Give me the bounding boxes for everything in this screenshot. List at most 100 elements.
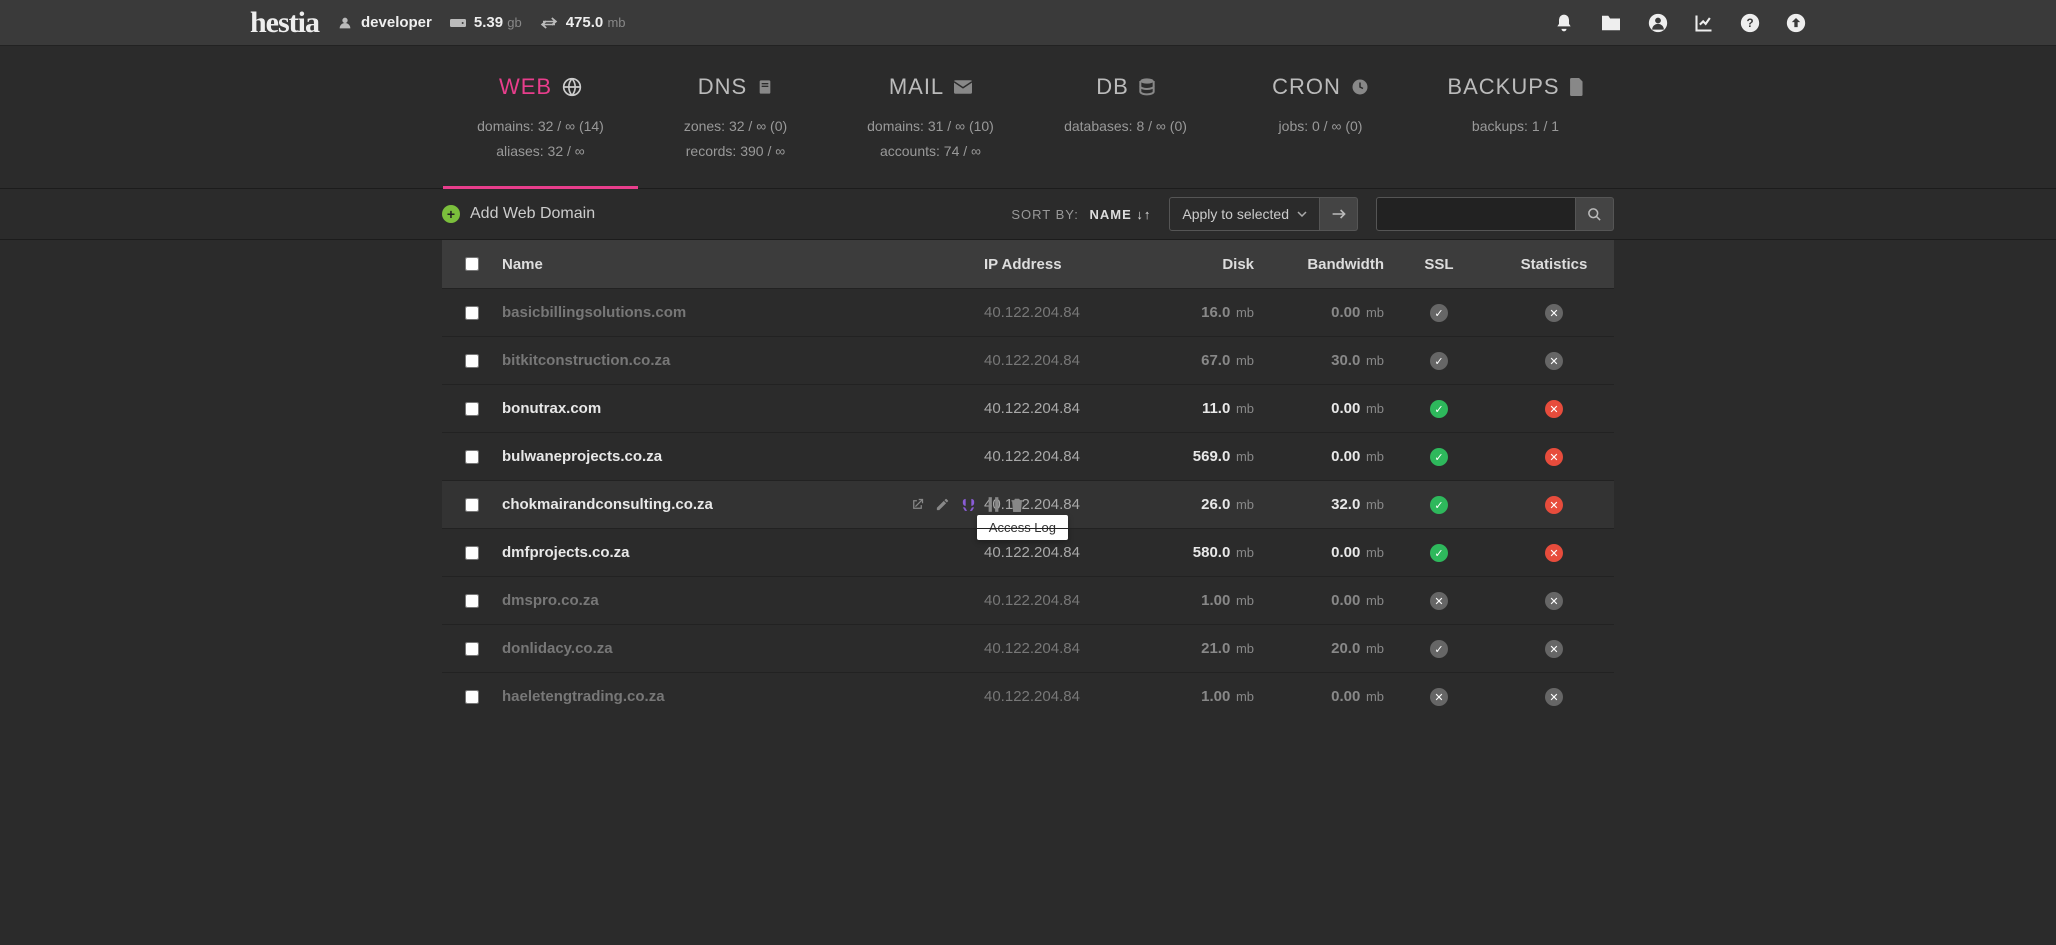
statistics-status: ✕ xyxy=(1494,544,1614,563)
bandwidth-usage: 30.0 mb xyxy=(1254,352,1384,369)
statistics-status: ✕ xyxy=(1494,448,1614,467)
domain-name[interactable]: bulwaneprojects.co.za xyxy=(502,448,984,465)
nav-web-line1: domains: 32 / ∞ (14) xyxy=(443,114,638,139)
sort-icon: ↓↑ xyxy=(1136,207,1151,222)
sort-by[interactable]: SORT BY: NAME ↓↑ xyxy=(1011,207,1151,222)
file-icon xyxy=(1570,78,1584,96)
nav-dns-line1: zones: 32 / ∞ (0) xyxy=(638,114,833,139)
nav-mail-line2: accounts: 74 / ∞ xyxy=(833,139,1028,164)
domain-name[interactable]: dmfprojects.co.za xyxy=(502,544,984,561)
logo[interactable]: hestia xyxy=(250,6,319,40)
table-row[interactable]: bulwaneprojects.co.za 40.122.204.84 569.… xyxy=(442,432,1614,480)
table-row[interactable]: dmfprojects.co.za 40.122.204.84 580.0 mb… xyxy=(442,528,1614,576)
disk-usage: 1.00 mb xyxy=(1134,688,1254,705)
upload-icon[interactable] xyxy=(1786,13,1806,33)
table-row[interactable]: bitkitconstruction.co.za 40.122.204.84 6… xyxy=(442,336,1614,384)
top-left: hestia developer 5.39 gb 475.0 mb xyxy=(250,6,626,40)
nav-backups-line1: backups: 1 / 1 xyxy=(1418,114,1613,139)
top-info: developer 5.39 gb 475.0 mb xyxy=(337,14,626,31)
row-checkbox[interactable] xyxy=(465,690,479,704)
row-checkbox[interactable] xyxy=(465,498,479,512)
row-checkbox[interactable] xyxy=(465,594,479,608)
nav-backups[interactable]: BACKUPS backups: 1 / 1 xyxy=(1418,74,1613,188)
nav-db[interactable]: DB databases: 8 / ∞ (0) xyxy=(1028,74,1223,188)
nav-web[interactable]: WEB domains: 32 / ∞ (14) aliases: 32 / ∞ xyxy=(443,74,638,188)
nav-cron[interactable]: CRON jobs: 0 / ∞ (0) xyxy=(1223,74,1418,188)
col-statistics: Statistics xyxy=(1494,256,1614,273)
help-icon[interactable]: ? xyxy=(1740,13,1760,33)
delete-icon[interactable] xyxy=(1010,497,1024,513)
pause-icon[interactable] xyxy=(987,497,1000,513)
table-row[interactable]: haeletengtrading.co.za 40.122.204.84 1.0… xyxy=(442,672,1614,720)
col-disk: Disk xyxy=(1134,256,1254,273)
select-all-checkbox[interactable] xyxy=(465,257,479,271)
table-row[interactable]: bonutrax.com 40.122.204.84 11.0 mb 0.00 … xyxy=(442,384,1614,432)
globe-icon xyxy=(562,77,582,97)
nav-db-title: DB xyxy=(1096,74,1129,100)
row-checkbox[interactable] xyxy=(465,450,479,464)
domain-name[interactable]: haeletengtrading.co.za xyxy=(502,688,984,705)
table-row[interactable]: donlidacy.co.za 40.122.204.84 21.0 mb 20… xyxy=(442,624,1614,672)
notifications-icon[interactable] xyxy=(1554,13,1574,33)
apply-label: Apply to selected xyxy=(1182,206,1289,222)
nav-mail[interactable]: MAIL domains: 31 / ∞ (10) accounts: 74 /… xyxy=(833,74,1028,188)
account-icon[interactable] xyxy=(1648,13,1668,33)
disk-usage: 21.0 mb xyxy=(1134,640,1254,657)
logs-icon[interactable] xyxy=(960,497,977,513)
status-dot: ✕ xyxy=(1545,400,1563,418)
status-dot: ✓ xyxy=(1430,448,1448,466)
stats-icon[interactable] xyxy=(1694,13,1714,33)
disk-usage: 11.0 mb xyxy=(1134,400,1254,417)
row-checkbox[interactable] xyxy=(465,306,479,320)
bw-value: 475.0 xyxy=(566,14,604,31)
apply-go-button[interactable] xyxy=(1320,197,1358,231)
bandwidth-usage: 0.00 mb xyxy=(1254,400,1384,417)
apply-dropdown[interactable]: Apply to selected xyxy=(1169,197,1320,231)
nav-dns-title: DNS xyxy=(698,74,747,100)
nav-web-line2: aliases: 32 / ∞ xyxy=(443,139,638,164)
search-button[interactable] xyxy=(1576,197,1614,231)
ip-address: 40.122.204.84 xyxy=(984,640,1134,657)
row-checkbox[interactable] xyxy=(465,354,479,368)
table-row[interactable]: basicbillingsolutions.com 40.122.204.84 … xyxy=(442,288,1614,336)
domain-name[interactable]: bonutrax.com xyxy=(502,400,984,417)
domain-name[interactable]: bitkitconstruction.co.za xyxy=(502,352,984,369)
domain-name[interactable]: donlidacy.co.za xyxy=(502,640,984,657)
nav-cron-title: CRON xyxy=(1272,74,1341,100)
search-input[interactable] xyxy=(1376,197,1576,231)
open-icon[interactable] xyxy=(910,497,925,513)
statistics-status: ✕ xyxy=(1494,496,1614,515)
mail-icon xyxy=(954,80,972,94)
edit-icon[interactable] xyxy=(935,497,950,513)
ip-address: 40.122.204.84 xyxy=(984,448,1134,465)
add-web-domain-button[interactable]: + Add Web Domain xyxy=(442,205,595,223)
user-info[interactable]: developer xyxy=(337,14,432,31)
disk-info: 5.39 gb xyxy=(450,14,522,31)
col-name: Name xyxy=(502,256,984,273)
table-row[interactable]: dmspro.co.za 40.122.204.84 1.00 mb 0.00 … xyxy=(442,576,1614,624)
database-icon xyxy=(1139,78,1155,96)
apply-to-selected: Apply to selected xyxy=(1169,197,1358,231)
col-ip: IP Address xyxy=(984,256,1134,273)
row-checkbox[interactable] xyxy=(465,546,479,560)
ip-address: 40.122.204.84 xyxy=(984,544,1134,561)
disk-icon xyxy=(450,17,466,29)
nav-cron-line1: jobs: 0 / ∞ (0) xyxy=(1223,114,1418,139)
domain-name[interactable]: dmspro.co.za xyxy=(502,592,984,609)
status-dot: ✓ xyxy=(1430,352,1448,370)
transfer-icon xyxy=(540,16,558,30)
ip-address: 40.122.204.84 xyxy=(984,352,1134,369)
bandwidth-usage: 0.00 mb xyxy=(1254,304,1384,321)
row-checkbox[interactable] xyxy=(465,402,479,416)
statistics-status: ✕ xyxy=(1494,592,1614,611)
files-icon[interactable] xyxy=(1600,14,1622,32)
bandwidth-usage: 0.00 mb xyxy=(1254,688,1384,705)
domain-name[interactable]: basicbillingsolutions.com xyxy=(502,304,984,321)
status-dot: ✓ xyxy=(1430,304,1448,322)
row-checkbox[interactable] xyxy=(465,642,479,656)
nav-dns[interactable]: DNS zones: 32 / ∞ (0) records: 390 / ∞ xyxy=(638,74,833,188)
table-row[interactable]: chokmairandconsulting.co.za 40.122.204.8… xyxy=(442,480,1614,528)
bandwidth-usage: 0.00 mb xyxy=(1254,544,1384,561)
user-icon xyxy=(337,15,353,31)
ip-address: 40.122.204.84 xyxy=(984,688,1134,705)
